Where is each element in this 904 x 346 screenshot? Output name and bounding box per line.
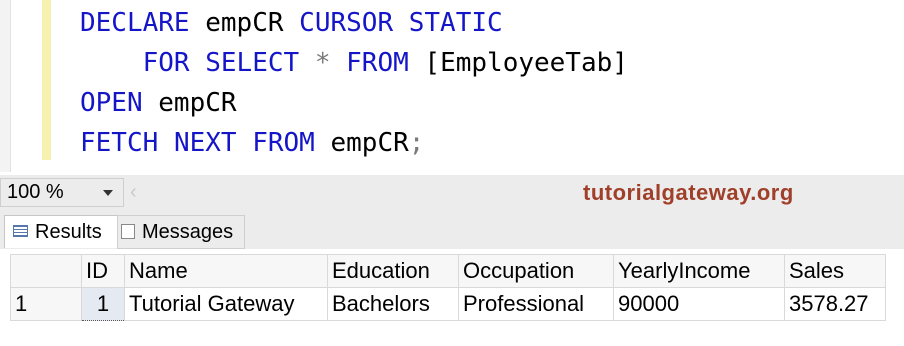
editor-gutter: [0, 0, 11, 172]
results-grid-area: ID Name Education Occupation YearlyIncom…: [0, 249, 904, 346]
code-line[interactable]: OPEN empCR: [80, 88, 237, 118]
column-header[interactable]: Education: [327, 254, 459, 288]
code-line[interactable]: DECLARE empCR CURSOR STATIC: [80, 8, 503, 38]
table-row[interactable]: 1 1 Tutorial Gateway Bachelors Professio…: [10, 287, 886, 321]
chevron-down-icon[interactable]: [103, 190, 113, 196]
sql-token: empCR: [205, 8, 284, 38]
sql-token: empCR: [330, 128, 409, 158]
sql-token: [EmployeeTab]: [424, 48, 628, 78]
results-tab-strip: Results Messages: [0, 211, 904, 249]
column-header[interactable]: YearlyIncome: [613, 254, 785, 288]
sql-keyword: FROM: [346, 48, 409, 78]
grid-icon: [13, 225, 28, 237]
code-line[interactable]: FETCH NEXT FROM empCR;: [80, 128, 424, 158]
sql-keyword: FROM: [252, 128, 315, 158]
column-header[interactable]: Name: [124, 254, 328, 288]
sql-keyword: FETCH: [80, 128, 159, 158]
table-cell[interactable]: 1: [81, 287, 125, 321]
watermark: tutorialgateway.org: [583, 180, 794, 205]
zoom-value: 100 %: [7, 181, 64, 203]
row-header-corner[interactable]: [10, 254, 82, 288]
sql-token: empCR: [158, 88, 237, 118]
messages-icon: [121, 224, 135, 239]
table-cell[interactable]: Bachelors: [327, 287, 459, 321]
sql-keyword: STATIC: [408, 8, 503, 38]
column-header[interactable]: Occupation: [458, 254, 614, 288]
table-cell[interactable]: 3578.27: [784, 287, 886, 321]
sql-token: *: [314, 48, 331, 78]
header-row: ID Name Education Occupation YearlyIncom…: [10, 254, 886, 288]
table-cell[interactable]: 90000: [613, 287, 785, 321]
tab-results[interactable]: Results: [4, 215, 118, 248]
sql-keyword: OPEN: [80, 88, 143, 118]
sql-keyword: SELECT: [205, 48, 300, 78]
editor-change-margin: [42, 0, 51, 160]
zoom-dropdown[interactable]: 100 %: [0, 178, 124, 207]
sql-keyword: NEXT: [173, 128, 237, 158]
tab-messages[interactable]: Messages: [117, 215, 245, 249]
sql-keyword: DECLARE: [80, 8, 190, 38]
table-cell[interactable]: Tutorial Gateway: [124, 287, 328, 321]
query-editor[interactable]: DECLARE empCR CURSOR STATIC FOR SELECT *…: [0, 0, 904, 172]
row-number[interactable]: 1: [10, 287, 82, 321]
results-grid: ID Name Education Occupation YearlyIncom…: [10, 254, 886, 321]
sql-keyword: CURSOR: [299, 8, 394, 38]
sql-keyword: FOR: [142, 48, 190, 78]
code-line[interactable]: FOR SELECT * FROM [EmployeeTab]: [80, 48, 628, 78]
table-cell[interactable]: Professional: [458, 287, 614, 321]
scroll-left-icon[interactable]: ‹: [130, 181, 137, 204]
column-header[interactable]: ID: [81, 254, 125, 288]
editor-status-bar: 100 % ‹ tutorialgateway.org: [0, 175, 904, 211]
sql-token: ;: [408, 128, 425, 158]
column-header[interactable]: Sales: [784, 254, 886, 288]
tab-results-label: Results: [35, 221, 102, 243]
tab-messages-label: Messages: [142, 221, 234, 243]
